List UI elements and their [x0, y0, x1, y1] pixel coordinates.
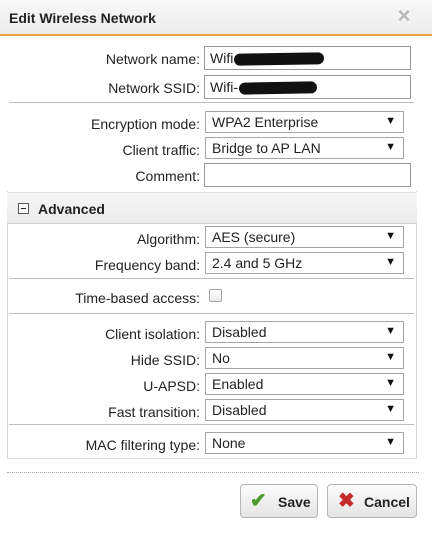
- hide-ssid-value: No: [212, 350, 230, 366]
- client-traffic-select[interactable]: Bridge to AP LAN ▼: [205, 137, 404, 159]
- chevron-down-icon: ▼: [385, 256, 396, 268]
- frequency-band-row: Frequency band: 2.4 and 5 GHz ▼: [0, 252, 432, 278]
- chevron-down-icon: ▼: [385, 377, 396, 389]
- fast-transition-label: Fast transition:: [108, 404, 200, 420]
- hide-ssid-select[interactable]: No ▼: [205, 347, 404, 369]
- client-isolation-value: Disabled: [212, 324, 267, 340]
- fast-transition-value: Disabled: [212, 402, 267, 418]
- hide-ssid-label: Hide SSID:: [130, 352, 200, 368]
- save-button-label: Save: [278, 494, 311, 510]
- client-isolation-row: Client isolation: Disabled ▼: [0, 321, 432, 347]
- frequency-band-label: Frequency band:: [94, 257, 200, 273]
- network-name-value: Wifi: [210, 50, 234, 66]
- network-name-label: Network name:: [105, 51, 200, 67]
- u-apsd-select[interactable]: Enabled ▼: [205, 373, 404, 395]
- encryption-mode-row: Encryption mode: WPA2 Enterprise ▼: [0, 111, 432, 137]
- advanced-title: Advanced: [38, 201, 105, 217]
- dialog-title: Edit Wireless Network: [9, 10, 156, 26]
- u-apsd-row: U-APSD: Enabled ▼: [0, 373, 432, 399]
- collapse-minus-icon[interactable]: [18, 203, 29, 214]
- divider: [9, 313, 414, 314]
- advanced-header[interactable]: Advanced: [7, 192, 417, 224]
- u-apsd-value: Enabled: [212, 376, 264, 392]
- client-isolation-select[interactable]: Disabled ▼: [205, 321, 404, 343]
- x-icon: ✖: [338, 490, 355, 512]
- frequency-band-select[interactable]: 2.4 and 5 GHz ▼: [205, 252, 404, 274]
- divider: [9, 278, 414, 279]
- encryption-mode-select[interactable]: WPA2 Enterprise ▼: [205, 111, 404, 133]
- close-icon[interactable]: ×: [395, 5, 413, 27]
- footer-divider: [7, 472, 419, 473]
- algorithm-select[interactable]: AES (secure) ▼: [205, 226, 404, 248]
- algorithm-value: AES (secure): [212, 229, 296, 245]
- network-ssid-value: Wifi-: [210, 79, 238, 95]
- time-based-access-checkbox[interactable]: [209, 289, 222, 302]
- dialog-titlebar: Edit Wireless Network ×: [0, 0, 432, 36]
- network-ssid-row: Network SSID: Wifi-: [0, 75, 432, 101]
- comment-label: Comment:: [135, 168, 200, 184]
- mac-filtering-type-label: MAC filtering type:: [85, 437, 200, 453]
- redaction-scribble: [238, 81, 318, 95]
- fast-transition-select[interactable]: Disabled ▼: [205, 399, 404, 421]
- comment-input[interactable]: [204, 163, 411, 187]
- chevron-down-icon: ▼: [385, 403, 396, 415]
- comment-row: Comment:: [0, 163, 432, 189]
- algorithm-label: Algorithm:: [136, 231, 200, 247]
- divider: [9, 424, 414, 425]
- chevron-down-icon: ▼: [385, 436, 396, 448]
- time-based-access-row: Time-based access:: [0, 285, 432, 311]
- cancel-button-label: Cancel: [364, 494, 410, 510]
- chevron-down-icon: ▼: [385, 115, 396, 127]
- network-name-input[interactable]: Wifi: [204, 46, 411, 70]
- fast-transition-row: Fast transition: Disabled ▼: [0, 399, 432, 425]
- client-isolation-label: Client isolation:: [105, 326, 200, 342]
- time-based-access-label: Time-based access:: [75, 290, 200, 306]
- network-ssid-label: Network SSID:: [108, 80, 200, 96]
- client-traffic-label: Client traffic:: [122, 142, 200, 158]
- network-ssid-input[interactable]: Wifi-: [204, 75, 411, 99]
- save-button[interactable]: ✔ Save: [240, 484, 318, 518]
- chevron-down-icon: ▼: [385, 325, 396, 337]
- redaction-scribble: [234, 52, 325, 67]
- client-traffic-value: Bridge to AP LAN: [212, 140, 321, 156]
- encryption-mode-value: WPA2 Enterprise: [212, 114, 319, 130]
- chevron-down-icon: ▼: [385, 230, 396, 242]
- chevron-down-icon: ▼: [385, 141, 396, 153]
- frequency-band-value: 2.4 and 5 GHz: [212, 255, 303, 271]
- cancel-button[interactable]: ✖ Cancel: [327, 484, 417, 518]
- algorithm-row: Algorithm: AES (secure) ▼: [0, 226, 432, 252]
- divider: [9, 102, 414, 103]
- mac-filtering-type-select[interactable]: None ▼: [205, 432, 404, 454]
- mac-filtering-type-value: None: [212, 435, 246, 451]
- checkmark-icon: ✔: [250, 490, 267, 512]
- u-apsd-label: U-APSD:: [143, 378, 200, 394]
- client-traffic-row: Client traffic: Bridge to AP LAN ▼: [0, 137, 432, 163]
- hide-ssid-row: Hide SSID: No ▼: [0, 347, 432, 373]
- chevron-down-icon: ▼: [385, 351, 396, 363]
- mac-filtering-type-row: MAC filtering type: None ▼: [0, 432, 432, 458]
- network-name-row: Network name: Wifi: [0, 46, 432, 72]
- edit-wireless-network-dialog: Edit Wireless Network × Network name: Wi…: [0, 0, 432, 534]
- encryption-mode-label: Encryption mode:: [91, 116, 200, 132]
